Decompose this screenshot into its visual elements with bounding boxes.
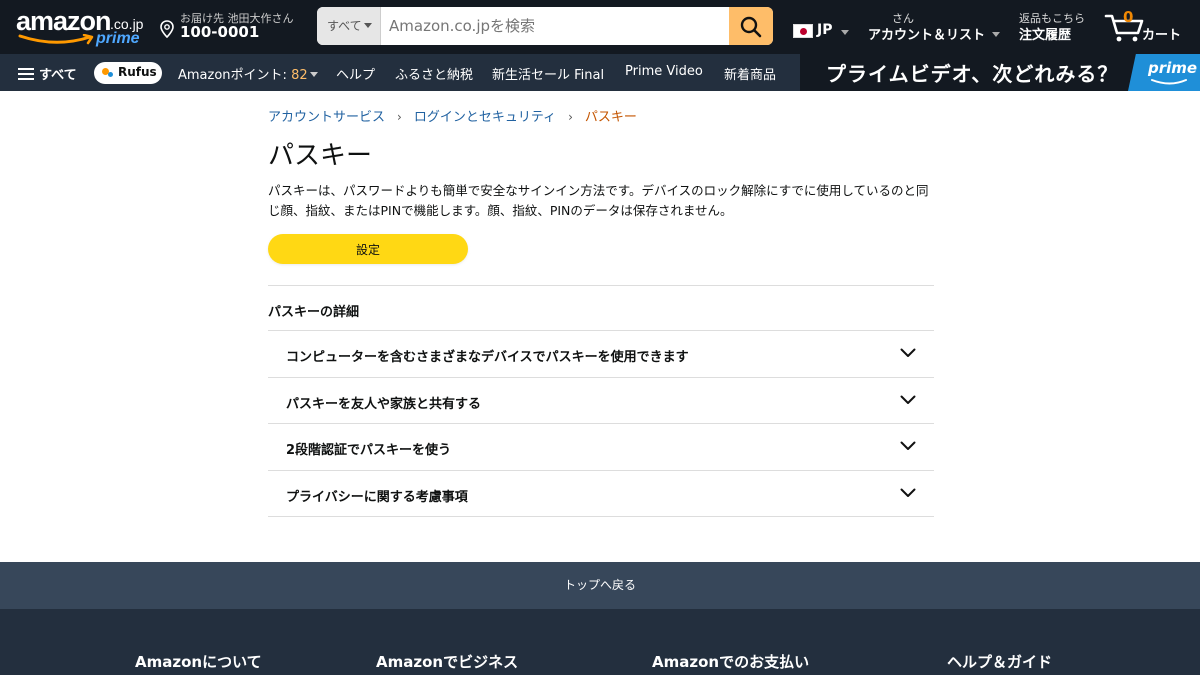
footer-heading-help: ヘルプ＆ガイド — [947, 653, 1053, 671]
nav-item-points[interactable]: Amazonポイント: 82 — [178, 64, 318, 83]
accordion-label: 2段階認証でパスキーを使う — [286, 443, 452, 458]
chevron-down-icon — [900, 441, 916, 450]
prime-smile-icon — [1151, 79, 1187, 85]
accordion-label: パスキーを友人や家族と共有する — [286, 397, 482, 412]
search-button[interactable] — [729, 7, 773, 45]
prime-video-banner[interactable]: プライムビデオ、次どれみる？ prime — [800, 54, 1200, 91]
language-code: JP — [817, 22, 833, 38]
search-category-label: すべて — [327, 19, 362, 33]
points-label: Amazonポイント: — [178, 68, 292, 83]
account-label: アカウント＆リスト — [868, 28, 986, 43]
caret-down-icon — [309, 72, 318, 77]
location-pin-icon — [160, 20, 174, 38]
search-icon — [740, 16, 762, 38]
accordion-two-step[interactable]: 2段階認証でパスキーを使う — [268, 424, 934, 470]
chevron-down-icon — [900, 395, 916, 404]
cart-button[interactable]: 0 カート — [1104, 8, 1196, 46]
banner-prime-logo: prime — [1148, 59, 1198, 77]
footer: Amazonについて Amazonでビジネス Amazonでのお支払い ヘルプ＆… — [0, 609, 1200, 675]
accordion-label: コンピューターを含むさまざまなデバイスでパスキーを使用できます — [286, 350, 689, 365]
divider — [268, 285, 934, 286]
all-menu-label: すべて — [39, 68, 77, 83]
language-selector[interactable]: JP — [793, 22, 853, 42]
chevron-down-icon — [900, 488, 916, 497]
page-description: パスキーは、パスワードよりも簡単で安全なサインイン方法です。デバイスのロック解除… — [268, 183, 929, 218]
accordion-devices[interactable]: コンピューターを含むさまざまなデバイスでパスキーを使用できます — [268, 331, 934, 377]
logo-prime: prime — [96, 30, 140, 47]
japan-flag-icon — [793, 24, 813, 38]
breadcrumb-account-service[interactable]: アカウントサービス — [268, 110, 385, 125]
cart-count: 0 — [1123, 8, 1134, 26]
search-input[interactable] — [381, 7, 729, 45]
divider — [268, 516, 934, 517]
menu-icon — [18, 68, 34, 80]
caret-down-icon — [841, 30, 849, 35]
nav-item-prime-video[interactable]: Prime Video — [625, 64, 703, 79]
page-title: パスキー — [268, 141, 373, 171]
footer-heading-about: Amazonについて — [135, 653, 262, 671]
nav-item-sale[interactable]: 新生活セール Final — [492, 64, 604, 83]
footer-heading-business: Amazonでビジネス — [376, 653, 519, 671]
breadcrumb-login-security[interactable]: ログインとセキュリティ — [414, 110, 556, 125]
accordion-sharing[interactable]: パスキーを友人や家族と共有する — [268, 378, 934, 424]
caret-down-icon — [364, 23, 372, 28]
breadcrumb-separator: › — [568, 110, 573, 124]
nav-item-furusato[interactable]: ふるさと納税 — [395, 64, 473, 83]
breadcrumb: アカウントサービス › ログインとセキュリティ › パスキー — [268, 106, 637, 125]
amazon-logo[interactable]: amazon .co.jp prime — [14, 6, 146, 48]
caret-down-icon — [992, 32, 1000, 37]
footer-heading-payment: Amazonでのお支払い — [652, 653, 810, 671]
accordion-privacy[interactable]: プライバシーに関する考慮事項 — [268, 471, 934, 517]
accordion-label: プライバシーに関する考慮事項 — [286, 490, 468, 505]
cart-label: カート — [1142, 28, 1182, 43]
rufus-icon — [102, 68, 114, 78]
account-and-lists[interactable]: さん アカウント＆リスト — [868, 10, 1008, 44]
smile-arrow-icon — [18, 34, 94, 45]
postal-code: 100-0001 — [180, 23, 260, 41]
rufus-label: Rufus — [118, 65, 157, 79]
setup-passkey-button[interactable]: 設定 — [268, 234, 468, 264]
details-heading: パスキーの詳細 — [268, 305, 360, 320]
points-value: 82 — [291, 68, 308, 83]
rufus-button[interactable]: Rufus — [94, 62, 162, 84]
search-category-select[interactable]: すべて — [317, 7, 381, 45]
nav-bar: すべて Rufus Amazonポイント: 82 ヘルプ ふるさと納税 新生活セ… — [0, 54, 1200, 91]
orders-label: 注文履歴 — [1019, 28, 1072, 43]
search-bar: すべて — [317, 7, 773, 45]
chevron-down-icon — [900, 348, 916, 357]
all-menu-button[interactable]: すべて — [18, 64, 77, 83]
top-header: amazon .co.jp prime お届け先 池田大作さん 100-0001… — [0, 0, 1200, 54]
back-to-top-button[interactable]: トップへ戻る — [0, 562, 1200, 609]
nav-item-new-releases[interactable]: 新着商品 — [724, 64, 776, 83]
breadcrumb-current: パスキー — [584, 110, 637, 125]
banner-text: プライムビデオ、次どれみる？ — [826, 62, 1119, 86]
delivery-address[interactable]: お届け先 池田大作さん 100-0001 — [160, 10, 310, 44]
breadcrumb-separator: › — [397, 110, 402, 124]
nav-item-help[interactable]: ヘルプ — [336, 64, 375, 83]
returns-and-orders[interactable]: 返品もこちら 注文履歴 — [1019, 10, 1099, 44]
